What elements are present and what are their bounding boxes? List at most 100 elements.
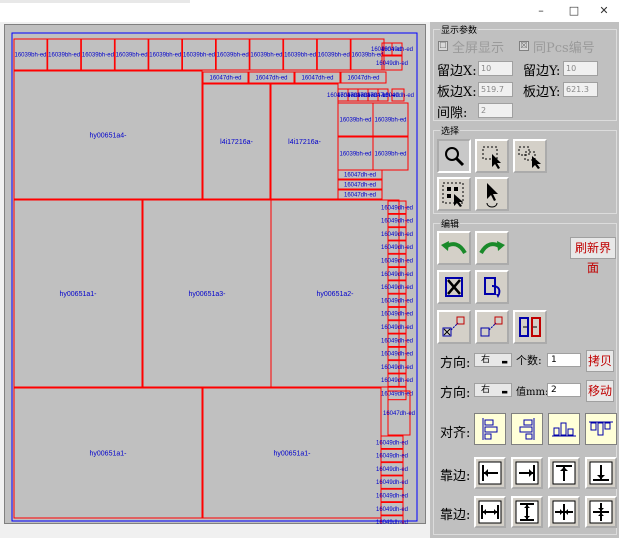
layout-part[interactable]: 16039bh-ed: [283, 38, 318, 71]
same-pcs-label: 同Pcs编号: [533, 41, 595, 56]
layout-part[interactable]: 16049dh-ed: [381, 386, 413, 401]
board-y-input[interactable]: 621.3: [563, 82, 598, 97]
align-right-button[interactable]: [511, 413, 543, 445]
layout-part[interactable]: 16049dh-ed: [381, 293, 413, 308]
layout-part[interactable]: hy00651a4-: [13, 70, 203, 200]
layout-part[interactable]: 16049dh-ed: [381, 227, 413, 241]
layout-part[interactable]: hy00651a1-: [13, 199, 143, 388]
snap-top-button[interactable]: [548, 457, 580, 489]
pointer-rotate-button[interactable]: [475, 177, 509, 211]
maximize-button[interactable]: □: [559, 2, 589, 20]
layout-part[interactable]: l4i17216a-: [202, 83, 271, 200]
copy-part-button[interactable]: [475, 270, 509, 304]
move-diagonal-button[interactable]: [475, 310, 509, 344]
direction2-select[interactable]: 右 ▬: [474, 383, 512, 397]
delete-part-button[interactable]: [437, 270, 471, 304]
rotate-left-button[interactable]: [437, 231, 471, 265]
same-pcs-checkbox[interactable]: ☒: [519, 41, 529, 51]
layout-part[interactable]: 16049dh-ed: [376, 448, 408, 463]
board-x-input[interactable]: 519.7: [478, 82, 513, 97]
panel-layout-drawing[interactable]: 16039bh-ed 16039bh-ed 16039bh-ed 16039bh-ed…: [5, 25, 427, 525]
layout-part[interactable]: 16047dh-ed: [294, 71, 341, 84]
layout-part[interactable]: 16049dh-ed: [381, 306, 413, 321]
layout-part[interactable]: 16039bh-ed: [80, 38, 115, 71]
layout-part[interactable]: 16049dh-ed: [381, 253, 413, 268]
minimize-button[interactable]: –: [526, 2, 556, 20]
layout-part[interactable]: 16049dh-ed: [376, 435, 408, 449]
direction1-select[interactable]: 右 ▬: [474, 353, 512, 367]
layout-part[interactable]: 16049dh-ed: [381, 280, 413, 294]
snap-left-button[interactable]: [474, 457, 506, 489]
layout-part[interactable]: 16047dh-ed: [248, 71, 295, 84]
layout-part[interactable]: 16039bh-ed: [215, 38, 250, 71]
gap-input[interactable]: 2: [478, 103, 513, 118]
copy-button[interactable]: 拷贝: [586, 350, 614, 372]
layout-part[interactable]: 16049dh-ed: [381, 320, 413, 334]
layout-part[interactable]: 16049dh-ed: [381, 42, 413, 56]
layout-part[interactable]: 16049dh-ed: [381, 240, 413, 254]
layout-part[interactable]: 16039bh-ed: [13, 38, 48, 71]
close-button[interactable]: ✕: [589, 2, 619, 20]
part-label: 16047dh-ed: [344, 193, 376, 199]
layout-part[interactable]: 16039bh-ed: [316, 38, 351, 71]
layout-part[interactable]: 16039bh-ed: [372, 102, 409, 137]
layout-part[interactable]: l4i17216a-: [270, 83, 339, 200]
layout-part[interactable]: 16047dh-ed: [337, 179, 383, 190]
move-button[interactable]: 移动: [586, 380, 614, 402]
layout-part[interactable]: 16039bh-ed: [148, 38, 183, 71]
layout-part[interactable]: 16047dh-ed: [337, 189, 383, 200]
layout-part[interactable]: 16039bh-ed: [249, 38, 284, 71]
layout-part[interactable]: 16039bh-ed: [47, 38, 82, 71]
layout-part[interactable]: 16039bh-ed: [372, 136, 409, 171]
layout-part[interactable]: 16049dh-ed: [381, 360, 413, 374]
center-vertical-button[interactable]: [585, 496, 617, 528]
spread-vertical-button[interactable]: [511, 496, 543, 528]
spread-horizontal-button[interactable]: [474, 496, 506, 528]
layout-canvas[interactable]: 16039bh-ed 16039bh-ed 16039bh-ed 16039bh-ed…: [4, 24, 427, 525]
layout-part[interactable]: 16039bh-ed: [337, 102, 374, 137]
layout-part[interactable]: hy00651a1-: [13, 387, 203, 519]
layout-part[interactable]: 16039bh-ed: [182, 38, 216, 71]
layout-part[interactable]: 16049dh-ed: [381, 267, 413, 281]
layout-part[interactable]: 16049dh-ed: [381, 213, 413, 228]
select-grid-button[interactable]: [437, 177, 471, 211]
layout-part[interactable]: hy00651a3-: [142, 199, 272, 388]
layout-part[interactable]: 16049dh-ed: [381, 373, 413, 387]
layout-part[interactable]: hy00651a2-: [270, 199, 400, 388]
layout-part[interactable]: 16047dh-ed: [337, 169, 383, 180]
align-left-button[interactable]: [474, 413, 506, 445]
mirror-horizontal-button[interactable]: [513, 310, 547, 344]
layout-part[interactable]: 16047dh-ed: [202, 71, 249, 84]
layout-part[interactable]: 16049dh-ed: [376, 502, 408, 516]
margin-y-input[interactable]: 10: [563, 61, 598, 76]
layout-part[interactable]: 16047dh-ed: [383, 390, 415, 436]
refresh-button[interactable]: 刷新界面: [570, 237, 616, 275]
layout-part[interactable]: 16049dh-ed: [376, 462, 408, 476]
snap-right-button[interactable]: [511, 457, 543, 489]
distance-input[interactable]: 2: [547, 383, 581, 397]
layout-part[interactable]: 16049dh-ed: [382, 88, 414, 102]
margin-x-input[interactable]: 10: [478, 61, 513, 76]
mirror-diagonal-button[interactable]: [437, 310, 471, 344]
select-region-button[interactable]: [475, 139, 509, 173]
count-input[interactable]: 1: [547, 353, 581, 367]
layout-part[interactable]: 16049dh-ed: [381, 346, 413, 361]
layout-part[interactable]: hy00651a1-: [202, 387, 382, 519]
select-multi-button[interactable]: [513, 139, 547, 173]
align-top-icon: [589, 421, 613, 436]
rotate-right-button[interactable]: [475, 231, 509, 265]
layout-part[interactable]: 16049dh-ed: [376, 488, 408, 503]
align-top-button[interactable]: [585, 413, 617, 445]
layout-part[interactable]: 16049dh-ed: [376, 475, 408, 489]
snap-bottom-button[interactable]: [585, 457, 617, 489]
zoom-tool-button[interactable]: [437, 139, 471, 173]
layout-part[interactable]: 16039bh-ed: [337, 136, 374, 171]
layout-part[interactable]: 16039bh-ed: [114, 38, 149, 71]
layout-part[interactable]: 16049dh-ed: [381, 333, 413, 347]
layout-part[interactable]: 16049dh-ed: [381, 200, 413, 214]
fullscreen-checkbox[interactable]: ☐: [438, 41, 448, 51]
align-bottom-button[interactable]: [548, 413, 580, 445]
canvas-scroll-strip[interactable]: [4, 524, 426, 538]
center-horizontal-button[interactable]: [548, 496, 580, 528]
layout-part[interactable]: 16047dh-ed: [340, 71, 387, 84]
